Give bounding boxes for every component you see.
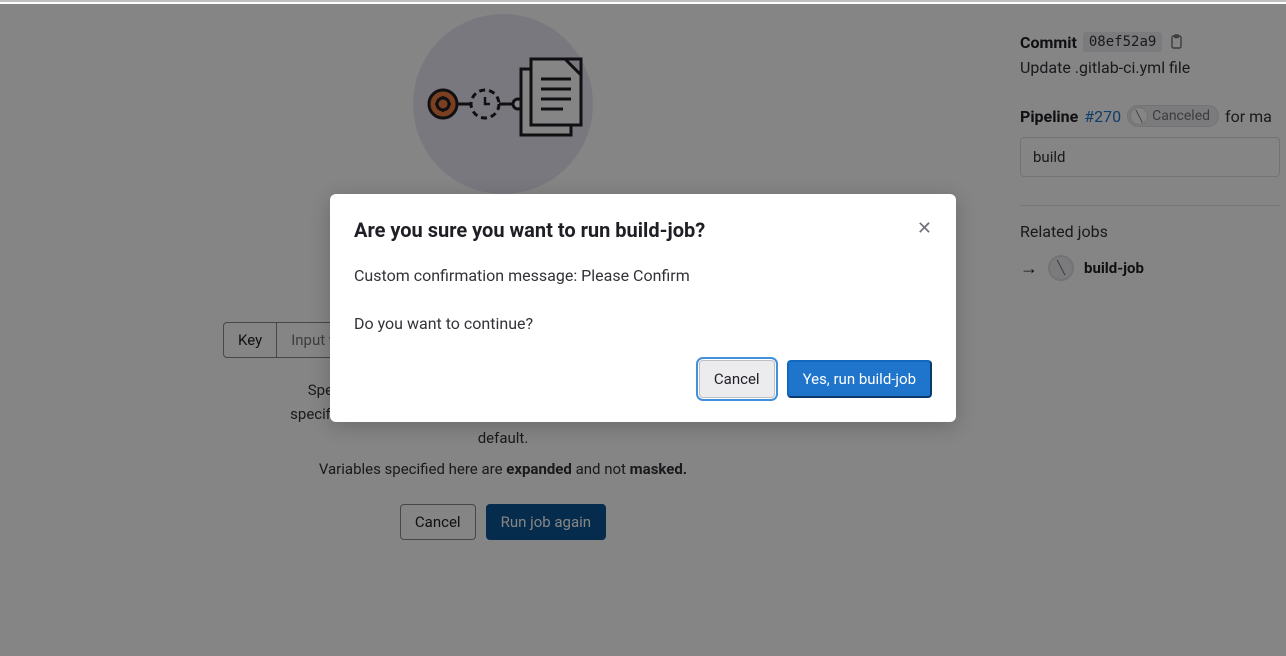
- modal-overlay[interactable]: Are you sure you want to run build-job? …: [0, 4, 1286, 656]
- modal-title: Are you sure you want to run build-job?: [354, 218, 932, 242]
- modal-message-2: Do you want to continue?: [354, 312, 932, 336]
- modal-cancel-button[interactable]: Cancel: [699, 360, 775, 398]
- modal-confirm-button[interactable]: Yes, run build-job: [787, 360, 932, 398]
- confirm-modal: Are you sure you want to run build-job? …: [330, 194, 956, 422]
- modal-message-1: Custom confirmation message: Please Conf…: [354, 264, 932, 288]
- modal-footer: Cancel Yes, run build-job: [354, 360, 932, 398]
- close-icon[interactable]: ✕: [913, 214, 936, 243]
- modal-body: Custom confirmation message: Please Conf…: [354, 264, 932, 336]
